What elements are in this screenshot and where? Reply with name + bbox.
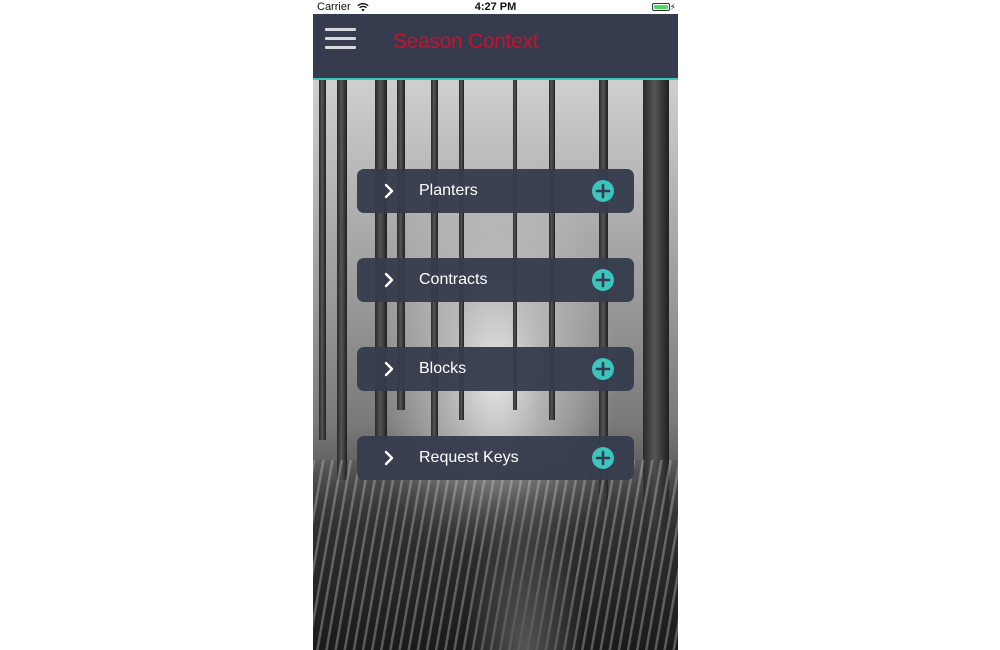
add-contract-plus-icon[interactable] [592,269,614,291]
add-request-key-plus-icon[interactable] [592,447,614,469]
hamburger-menu-icon[interactable] [325,28,356,50]
page-title: Season Context [393,30,539,53]
list-item-contracts[interactable]: Contracts [357,258,634,302]
list-item-label: Planters [419,182,478,199]
charging-bolt-icon: ⚡ [669,2,676,12]
nav-bar: Season Context [313,14,678,80]
battery-icon [652,3,670,11]
list-item-planters[interactable]: Planters [357,169,634,213]
chevron-right-icon [384,272,394,288]
chevron-right-icon [384,183,394,199]
forest-path-ground [313,460,678,650]
list-item-label: Blocks [419,360,467,377]
phone-screen: Carrier 4:27 PM ⚡ Season Context Planter… [313,0,678,650]
add-planter-plus-icon[interactable] [592,180,614,202]
add-block-plus-icon[interactable] [592,358,614,380]
status-time: 4:27 PM [474,1,517,13]
chevron-right-icon [384,361,394,377]
chevron-right-icon [384,450,394,466]
list-item-label: Contracts [419,271,488,288]
status-bar: Carrier 4:27 PM ⚡ [313,0,678,14]
list-item-label: Request Keys [419,449,519,466]
list-item-blocks[interactable]: Blocks [357,347,634,391]
list-item-request-keys[interactable]: Request Keys [357,436,634,480]
